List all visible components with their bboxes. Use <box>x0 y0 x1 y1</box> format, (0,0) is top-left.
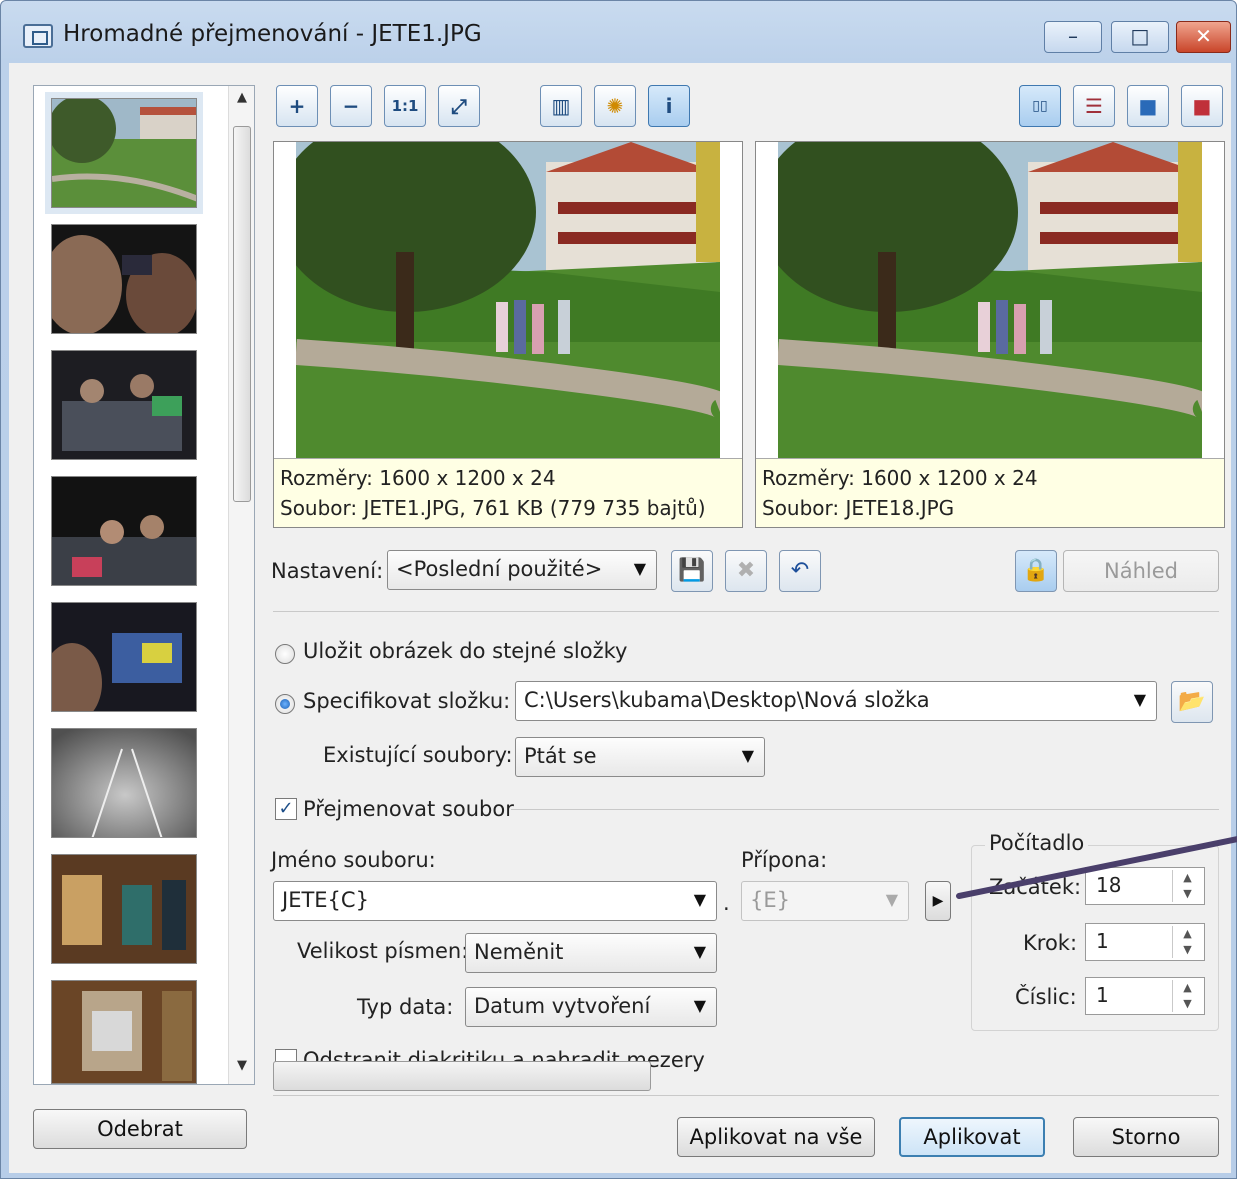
annotation-arrow-line <box>956 836 1237 899</box>
annotation-arrow-overlay <box>956 836 1237 899</box>
rename-dialog-window: Hromadné přejmenování - JETE1.JPG – □ ✕ <box>0 0 1237 1179</box>
